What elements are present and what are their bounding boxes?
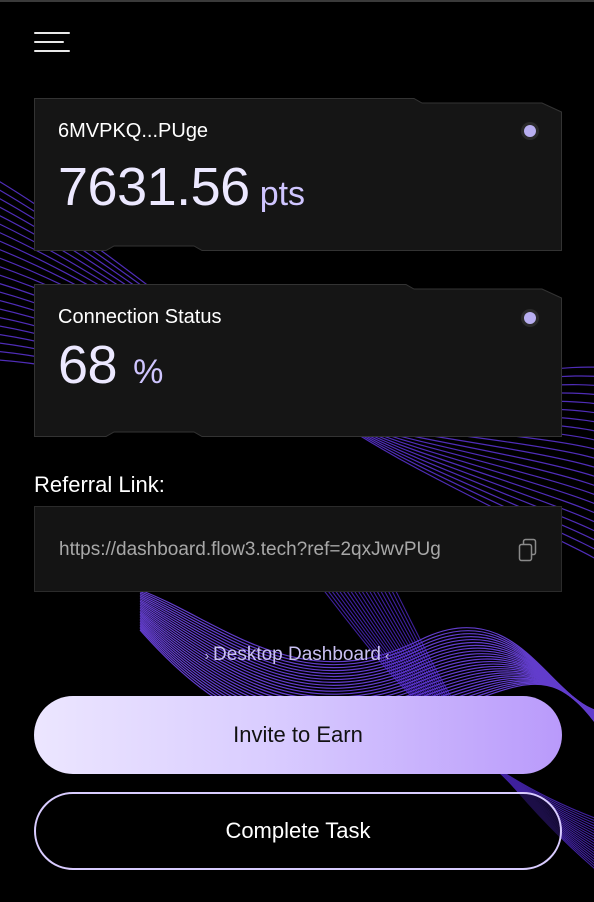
app-screen: 6MVPKQ...PUge 7631.56 pts Connection Stat… (0, 0, 594, 902)
wallet-address: 6MVPKQ...PUge (58, 120, 209, 142)
desktop-dashboard-label: Desktop Dashboard (213, 644, 381, 665)
connection-value: 68 (58, 335, 118, 395)
status-dot-icon (524, 125, 536, 137)
connection-status-card: Connection Status 68% (34, 284, 562, 438)
complete-task-button[interactable]: Complete Task (34, 792, 562, 870)
copy-icon[interactable] (517, 538, 539, 562)
chevron-right-icon: › (204, 648, 210, 663)
chevron-left-icon: ‹ (384, 648, 390, 663)
invite-to-earn-button[interactable]: Invite to Earn (34, 696, 562, 774)
points-value: 7631.56 (58, 157, 250, 217)
connection-status-title: Connection Status (58, 306, 222, 328)
menu-line-3 (34, 50, 70, 52)
hamburger-menu-icon[interactable] (34, 30, 72, 56)
status-dot-icon (524, 312, 536, 324)
wave-line (303, 559, 594, 821)
points-unit: pts (259, 175, 306, 213)
referral-link-box[interactable]: https://dashboard.flow3.tech?ref=2qxJwvP… (34, 506, 562, 592)
invite-button-label: Invite to Earn (233, 722, 363, 747)
connection-row: 68% (58, 334, 163, 396)
menu-line-2 (34, 41, 64, 43)
referral-label: Referral Link: (34, 472, 165, 497)
connection-unit: % (133, 353, 164, 391)
points-row: 7631.56 pts (58, 156, 305, 218)
points-card: 6MVPKQ...PUge 7631.56 pts (34, 98, 562, 252)
task-button-label: Complete Task (225, 818, 371, 843)
wave-line (312, 559, 594, 827)
menu-line-1 (34, 32, 70, 34)
desktop-dashboard-link[interactable]: › Desktop Dashboard ‹ (0, 644, 594, 666)
referral-url: https://dashboard.flow3.tech?ref=2qxJwvP… (59, 539, 441, 560)
